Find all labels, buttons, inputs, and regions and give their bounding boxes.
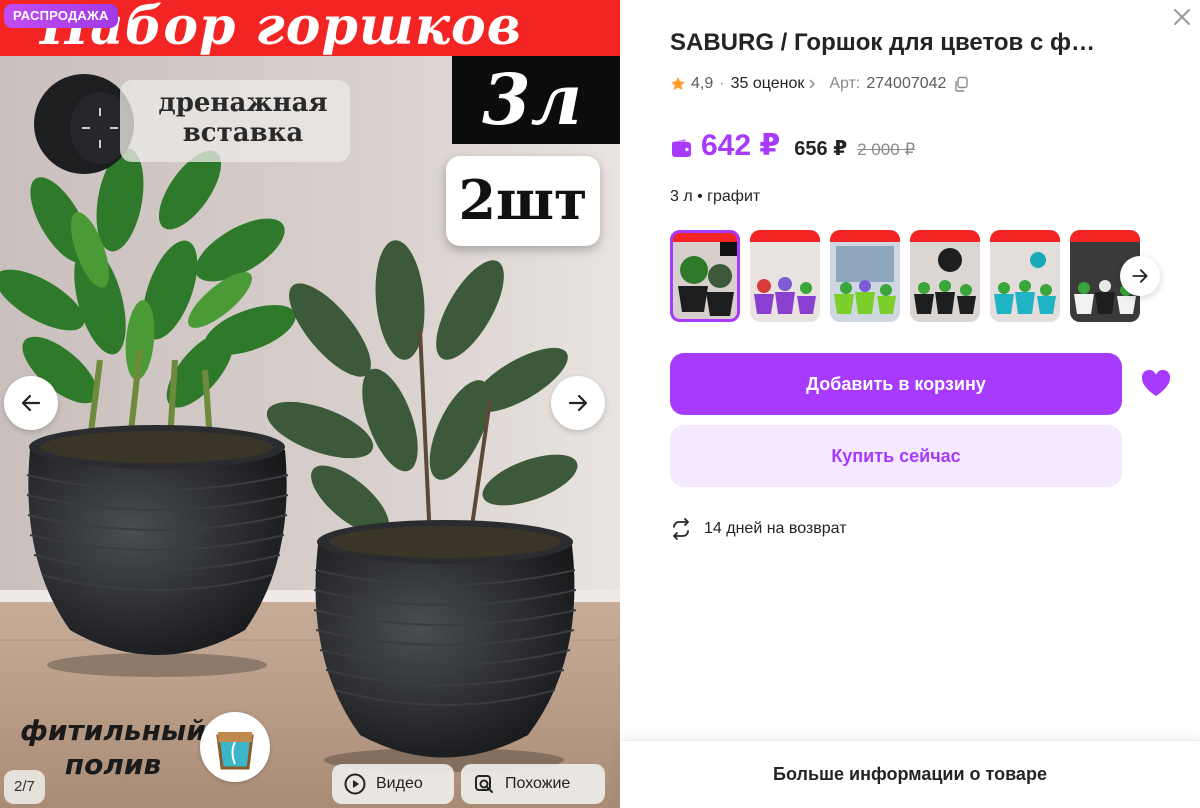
more-info-button[interactable]: Больше информации о товаре (620, 740, 1200, 808)
variant-thumb-2[interactable] (750, 230, 820, 322)
article-number: 274007042 (866, 75, 947, 92)
quantity-tag-text: 2шт (458, 168, 588, 232)
variant-thumbnails (670, 230, 1142, 322)
copy-icon[interactable] (953, 76, 969, 92)
drain-label-text: дренажная вставка (158, 88, 328, 148)
close-icon (1174, 9, 1190, 25)
product-quick-view: Набор горшков РАСПРОДАЖА 3л дренажная вс… (0, 0, 1200, 808)
sale-badge: РАСПРОДАЖА (4, 4, 118, 28)
play-icon (344, 773, 366, 795)
variant-label: 3 л • графит (670, 188, 761, 205)
chevron-right-icon (809, 79, 816, 89)
arrow-right-icon (1132, 269, 1148, 283)
gallery-prev-button[interactable] (4, 376, 58, 430)
close-button[interactable] (1171, 6, 1193, 28)
arrow-left-icon (21, 394, 41, 412)
article-label: Арт: (829, 75, 861, 92)
rating-value: 4,9 (691, 75, 714, 92)
drain-label: дренажная вставка (120, 80, 350, 162)
meta-separator: · (719, 75, 725, 92)
video-button[interactable]: Видео (332, 764, 454, 804)
heart-icon[interactable] (1140, 368, 1172, 398)
price-base: 2 000 ₽ (857, 140, 916, 159)
return-arrows-icon (673, 518, 689, 540)
wallet-icon (672, 139, 691, 157)
price-old: 656 ₽ (794, 138, 848, 160)
gallery-counter: 2/7 (4, 770, 45, 804)
quantity-tag: 2шт (446, 156, 600, 246)
arrow-right-icon (568, 394, 588, 412)
similar-button-label: Похожие (505, 775, 571, 792)
variant-thumb-3[interactable] (830, 230, 900, 322)
variant-thumb-5[interactable] (990, 230, 1060, 322)
buy-now-button[interactable]: Купить сейчас (670, 425, 1122, 487)
add-to-cart-button[interactable]: Добавить в корзину (670, 353, 1122, 415)
returns-info: 14 дней на возврат (670, 516, 847, 542)
price-row: 642 ₽ 656 ₽ 2 000 ₽ (670, 128, 915, 168)
similar-search-icon (475, 775, 493, 793)
volume-tag-text: 3л (482, 58, 582, 141)
product-meta: 4,9 · 35 оценок Арт: 274007042 (670, 72, 969, 96)
price-current: 642 ₽ (701, 129, 781, 162)
wick-watering-icon (200, 712, 270, 782)
product-info-panel: SABURG / Горшок для цветов с ф… 4,9 · 35… (620, 0, 1200, 808)
wick-label: фитильный полив (20, 714, 206, 781)
star-icon (671, 77, 685, 91)
volume-tag: 3л (452, 56, 620, 144)
variant-thumb-1[interactable] (670, 230, 740, 322)
video-button-label: Видео (376, 775, 423, 792)
returns-label: 14 дней на возврат (704, 520, 847, 537)
product-gallery[interactable]: Набор горшков РАСПРОДАЖА 3л дренажная вс… (0, 0, 620, 808)
variant-thumb-4[interactable] (910, 230, 980, 322)
similar-button[interactable]: Похожие (461, 764, 605, 804)
reviews-link[interactable]: 35 оценок (731, 75, 805, 93)
product-title: SABURG / Горшок для цветов с ф… (670, 29, 1095, 56)
gallery-next-button[interactable] (551, 376, 605, 430)
thumbnails-next-button[interactable] (1120, 256, 1160, 296)
